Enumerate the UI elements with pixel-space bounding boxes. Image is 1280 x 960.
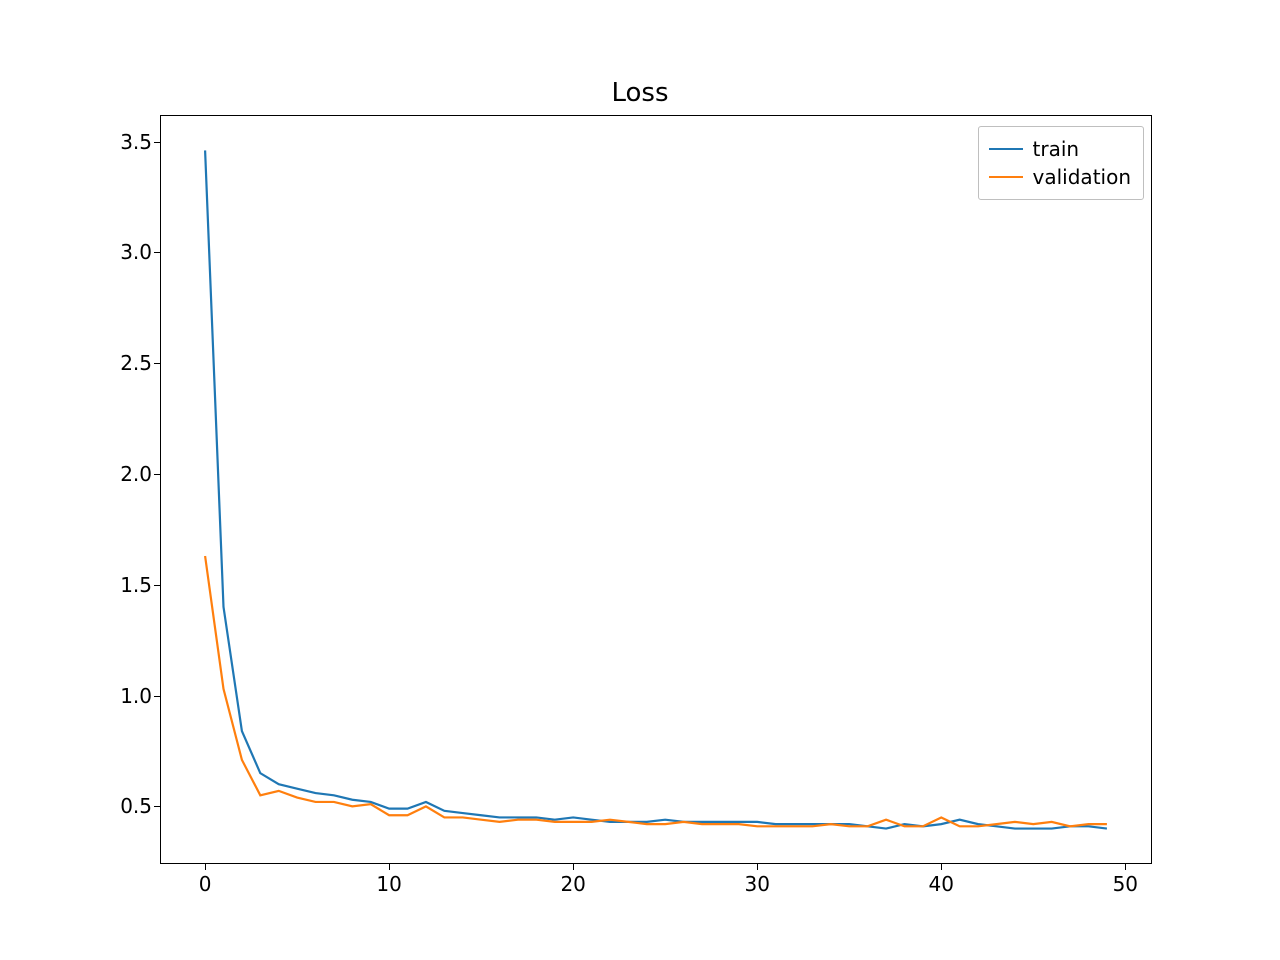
- x-tick-label: 40: [929, 872, 954, 896]
- legend-label-validation: validation: [1033, 165, 1131, 189]
- y-tick-label: 3.5: [120, 130, 152, 154]
- x-tick-mark: [757, 864, 758, 870]
- x-tick-label: 30: [744, 872, 769, 896]
- x-tick-label: 0: [199, 872, 212, 896]
- y-tick-mark: [154, 363, 160, 364]
- y-tick-label: 1.0: [120, 684, 152, 708]
- line-series-train: [205, 150, 1107, 828]
- y-tick-mark: [154, 696, 160, 697]
- y-tick-mark: [154, 142, 160, 143]
- y-tick-mark: [154, 252, 160, 253]
- chart-title: Loss: [0, 78, 1280, 108]
- y-tick-mark: [154, 806, 160, 807]
- x-tick-label: 50: [1113, 872, 1138, 896]
- y-tick-label: 2.5: [120, 351, 152, 375]
- x-tick-label: 20: [560, 872, 585, 896]
- figure: Loss 0 10 20 30 40 50 0.5 1.0 1.5 2.0 2.5 3.0 3.5 t…: [0, 0, 1280, 960]
- legend-entry-validation: validation: [989, 163, 1131, 191]
- x-tick-mark: [573, 864, 574, 870]
- y-tick-label: 0.5: [120, 794, 152, 818]
- y-tick-mark: [154, 585, 160, 586]
- y-tick-label: 2.0: [120, 462, 152, 486]
- x-tick-mark: [205, 864, 206, 870]
- x-tick-mark: [1125, 864, 1126, 870]
- legend-label-train: train: [1033, 137, 1080, 161]
- legend: train validation: [978, 126, 1144, 200]
- chart-lines-svg: [160, 115, 1152, 864]
- x-tick-mark: [389, 864, 390, 870]
- y-tick-label: 1.5: [120, 573, 152, 597]
- y-tick-mark: [154, 474, 160, 475]
- legend-swatch-train: [989, 148, 1023, 151]
- legend-swatch-validation: [989, 176, 1023, 179]
- y-tick-label: 3.0: [120, 240, 152, 264]
- legend-entry-train: train: [989, 135, 1131, 163]
- line-series-validation: [205, 556, 1107, 826]
- x-tick-label: 10: [376, 872, 401, 896]
- x-tick-mark: [941, 864, 942, 870]
